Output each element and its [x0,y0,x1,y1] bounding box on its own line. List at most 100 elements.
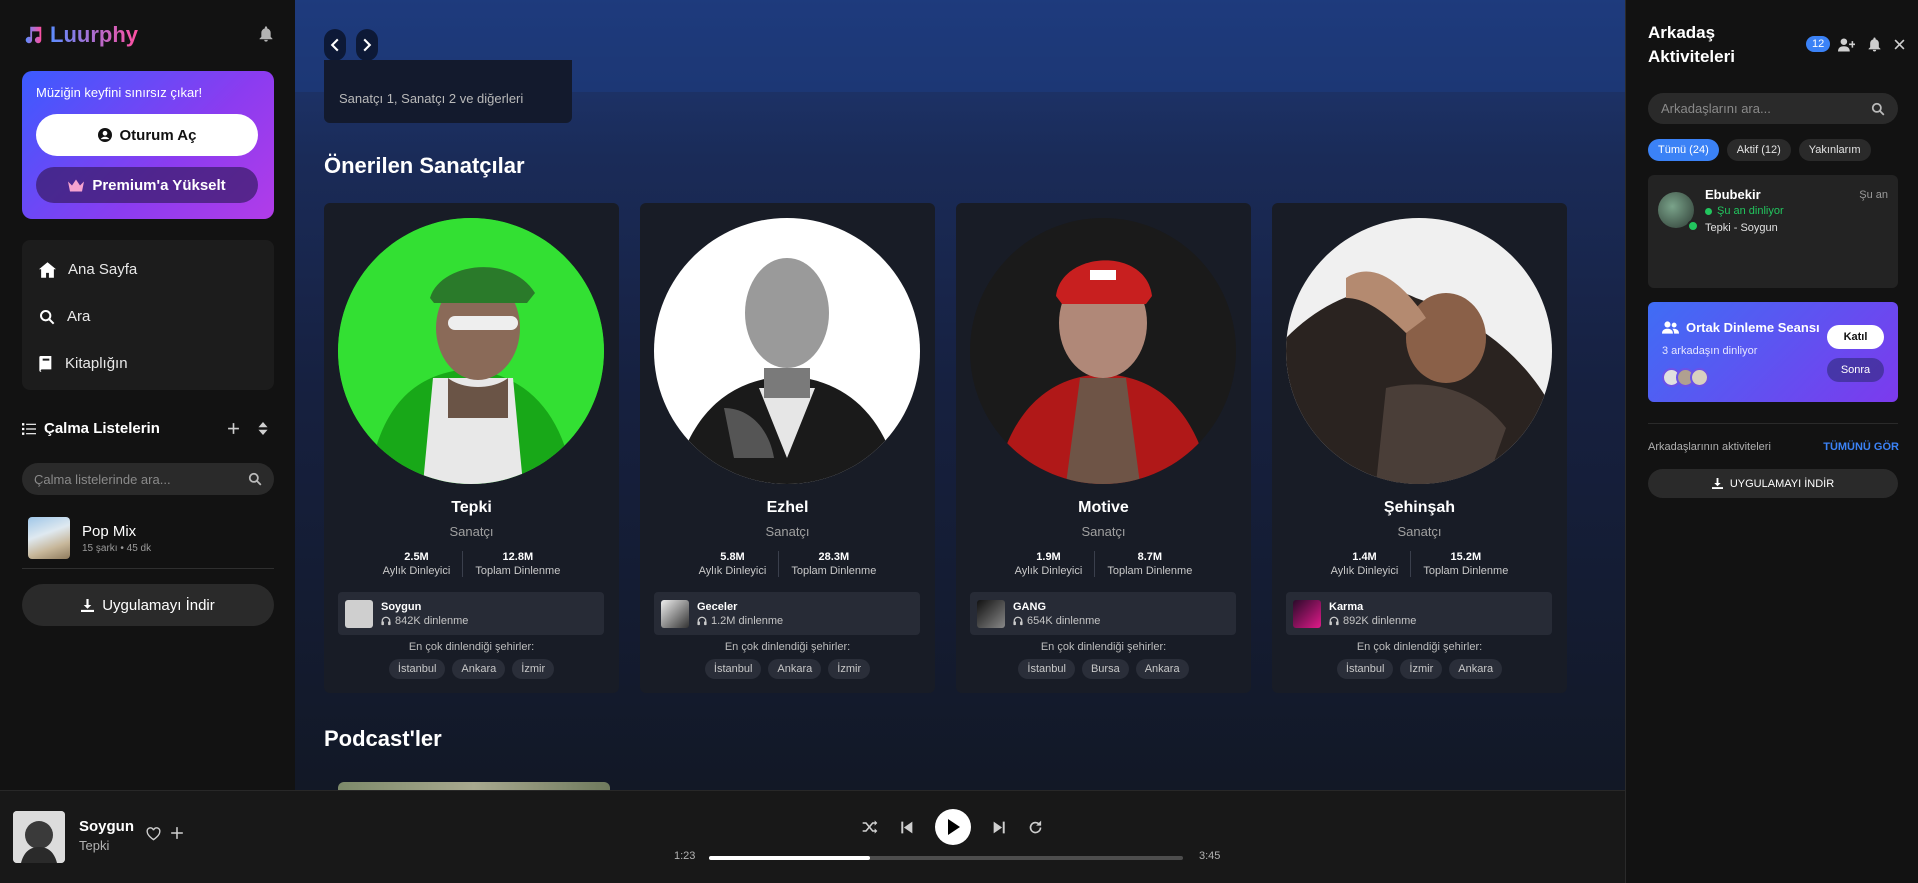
previous-icon[interactable] [900,821,913,834]
library-icon [39,355,53,372]
bell-icon[interactable] [259,26,273,42]
playlist-search-input[interactable]: Çalma listelerinde ara... [22,463,274,495]
current-time: 1:23 [674,850,696,862]
song-cover [1293,599,1321,628]
sort-icon[interactable] [258,422,268,435]
top-song[interactable]: GANG 654K dinlenme [970,592,1236,635]
close-icon[interactable] [1894,39,1905,50]
city-tag: Bursa [1081,659,1129,679]
divider [22,568,274,569]
artist-avatar [338,218,604,484]
city-tag: Ankara [1449,659,1503,679]
total-label: Toplam Dinlenme [475,565,561,577]
premium-button[interactable]: Premium'a Yükselt [36,167,258,203]
nav-label: Ana Sayfa [68,261,138,278]
bell-icon[interactable] [1868,37,1881,52]
divider [1648,423,1898,424]
join-button[interactable]: Katıl [1827,325,1884,349]
nav-item-home[interactable]: Ana Sayfa [22,246,274,293]
podcast-card[interactable] [338,782,610,790]
music-note-icon [22,24,44,46]
download-app-button[interactable]: UYGULAMAYI İNDİR [1648,469,1898,498]
login-button[interactable]: Oturum Aç [36,114,258,156]
session-title: Ortak Dinleme Seansı [1686,320,1820,335]
nav-item-search[interactable]: Ara [22,293,274,340]
see-all-link[interactable]: TÜMÜNÜ GÖR [1823,441,1899,453]
tab-all[interactable]: Tümü (24) [1648,139,1719,161]
artist-card[interactable]: Motive Sanatçı 1.9M Aylık Dinleyici 8.7M T… [956,203,1251,693]
song-cover [661,599,689,628]
cities-label: En çok dinlendiği şehirler: [408,641,535,653]
play-button[interactable] [935,809,971,845]
list-icon [22,422,36,435]
repeat-icon[interactable] [1028,820,1043,835]
add-friend-icon[interactable] [1838,37,1855,52]
forward-button[interactable] [356,29,378,61]
friend-status-text: Şu an dinliyor [1717,205,1784,217]
users-icon [1662,321,1679,334]
top-song[interactable]: Soygun 842K dinlenme [338,592,604,635]
progress-bar[interactable] [709,856,1183,860]
friend-activity-card[interactable]: Ebubekir Şu an Şu an dinliyor Tepki - So… [1648,175,1898,288]
session-subtitle: 3 arkadaşın dinliyor [1662,345,1758,357]
cities-label: En çok dinlendiği şehirler: [1356,641,1483,653]
plus-icon[interactable] [227,422,240,435]
chevron-left-icon [330,38,340,52]
top-song[interactable]: Geceler 1.2M dinlenme [654,592,920,635]
nav-item-library[interactable]: Kitaplığın [22,340,274,387]
recent-subtitle: Sanatçı 1, Sanatçı 2 ve diğerleri [339,91,524,106]
city-tag: İstanbul [704,659,762,679]
friend-song[interactable]: Tepki - Soygun [1705,222,1778,234]
song-title: GANG [1013,600,1046,613]
app-name: Luurphy [50,22,138,47]
cities-label: En çok dinlendiği şehirler: [724,641,851,653]
artist-role: Sanatçı [1397,524,1442,539]
play-icon [946,819,960,835]
back-button[interactable] [324,29,346,61]
now-playing-title[interactable]: Soygun [79,818,134,835]
status-dot [1705,207,1712,215]
search-icon [39,309,55,325]
activities-label: Arkadaşlarının aktiviteleri [1648,441,1771,453]
artist-stats: 5.8M Aylık Dinleyici 28.3M Toplam Dinlenme [640,551,935,577]
cities-list: İstanbul Bursa Ankara [956,659,1251,679]
top-song[interactable]: Karma 892K dinlenme [1286,592,1552,635]
total-plays: 28.3M [818,551,850,563]
shuffle-icon[interactable] [862,820,878,834]
artist-card[interactable]: Şehinşah Sanatçı 1.4M Aylık Dinleyici 15.… [1272,203,1567,693]
playlists-title: Çalma Listelerin [44,420,160,437]
song-title: Karma [1329,600,1364,613]
friends-count-badge: 12 [1806,36,1831,52]
friend-tabs: Tümü (24) Aktif (12) Yakınlarım [1648,139,1871,161]
now-playing-cover[interactable] [13,811,65,863]
session-avatars [1662,368,1709,387]
session-title-row: Ortak Dinleme Seansı [1662,320,1820,335]
crown-icon [68,179,85,192]
monthly-listeners: 2.5M [404,551,429,563]
artist-card[interactable]: Tepki Sanatçı 2.5M Aylık Dinleyici 12.8M T… [324,203,619,693]
download-label: UYGULAMAYI İNDİR [1729,477,1835,490]
logo[interactable]: Luurphy [22,22,138,48]
friend-search-input[interactable]: Arkadaşlarını ara... [1648,93,1898,124]
download-icon [81,598,95,612]
now-playing-artist[interactable]: Tepki [79,838,109,853]
monthly-listeners: 1.9M [1036,551,1061,563]
search-icon [1871,102,1885,116]
recent-playlist-card[interactable]: Sanatçı 1, Sanatçı 2 ve diğerleri [324,60,572,123]
user-circle-icon [97,128,112,142]
later-button[interactable]: Sonra [1827,358,1884,382]
add-icon[interactable] [170,826,184,840]
promo-card: Müziğin keyfini sınırsız çıkar! Oturum A… [22,71,274,219]
artist-role: Sanatçı [765,524,810,539]
download-app-button[interactable]: Uygulamayı İndir [22,584,274,626]
download-icon [1711,478,1723,489]
heart-icon[interactable] [146,827,161,841]
next-icon[interactable] [993,821,1006,834]
headphones-icon [1013,616,1023,626]
artist-card[interactable]: Ezhel Sanatçı 5.8M Aylık Dinleyici 28.3M T… [640,203,935,693]
tab-nearby[interactable]: Yakınlarım [1798,139,1871,161]
search-icon [248,472,262,486]
tab-active[interactable]: Aktif (12) [1726,139,1791,161]
playlist-item[interactable]: Pop Mix 15 şarkı • 45 dk [22,514,274,562]
song-title: Geceler [697,600,738,613]
